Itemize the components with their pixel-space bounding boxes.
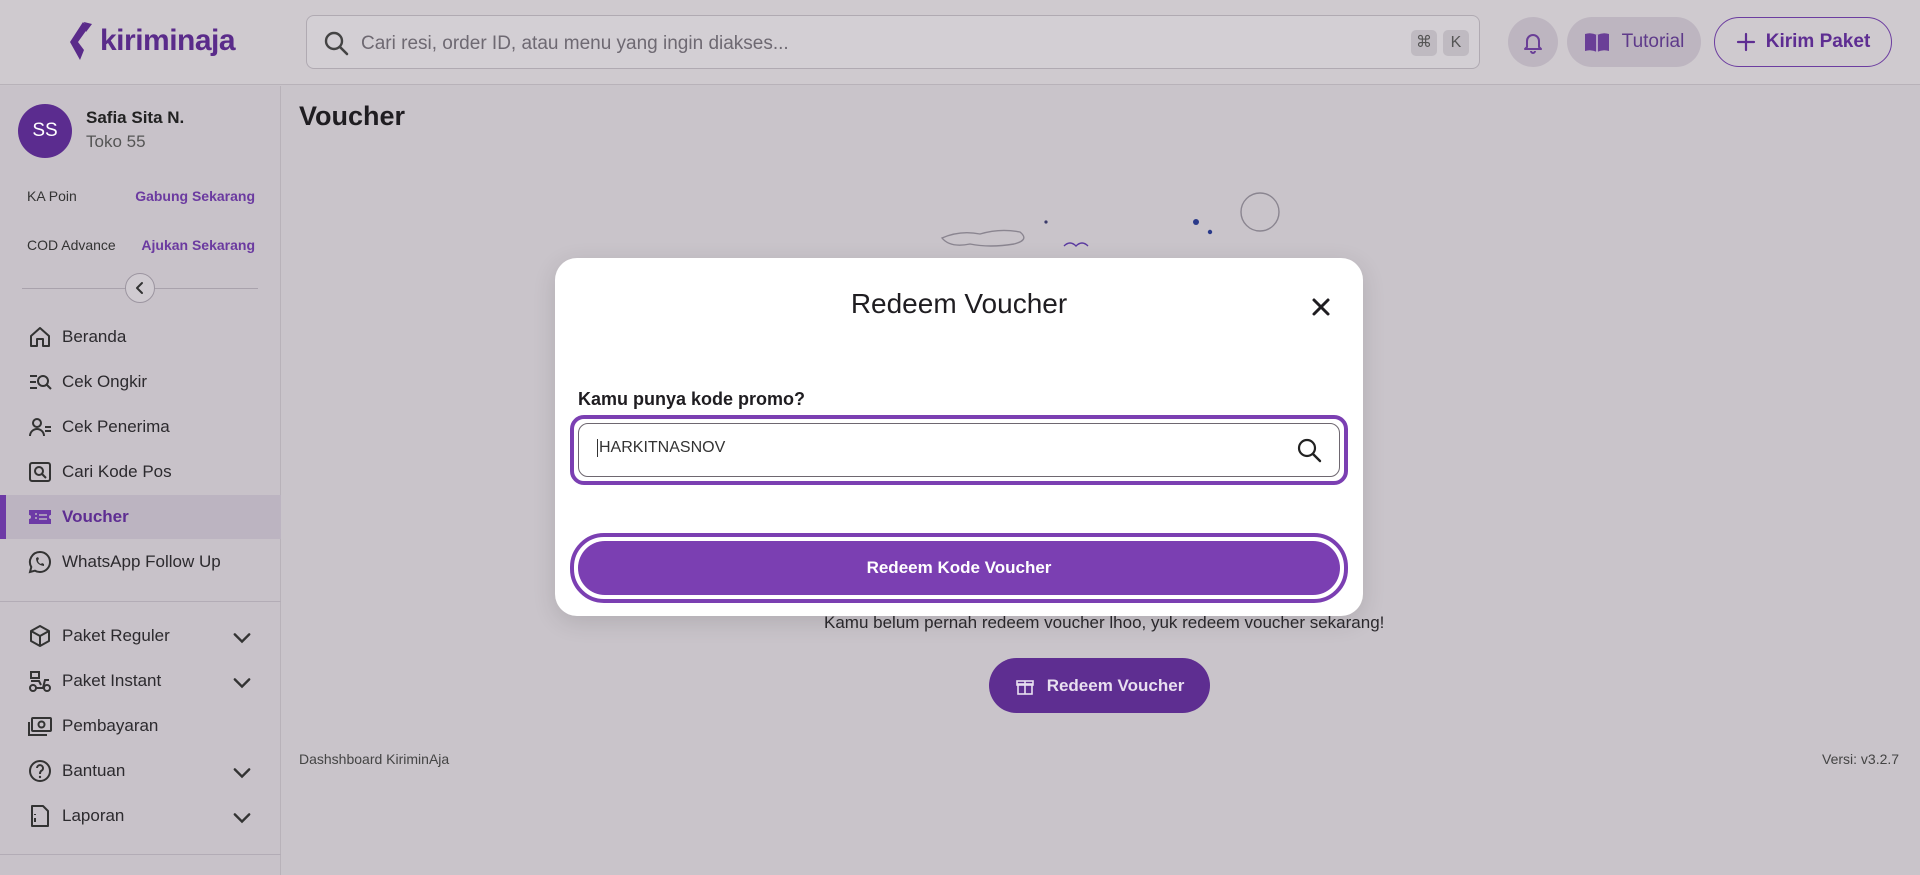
scooter-icon [29, 671, 51, 692]
cod-advance-row: COD Advance Ajukan Sekarang [27, 237, 255, 253]
sidebar-item-whatsapp-follow-up[interactable]: WhatsApp Follow Up [0, 540, 281, 584]
user-name: Safia Sita N. [86, 108, 185, 127]
sidebar-group-pembayaran[interactable]: Pembayaran [0, 704, 281, 748]
report-icon [31, 805, 49, 827]
sidebar-group-label: Pembayaran [62, 716, 159, 735]
chevron-down-icon [233, 678, 251, 689]
sidebar-group-label: Bantuan [62, 761, 126, 780]
footer-brand: Dashshboard KiriminAja [299, 751, 450, 767]
sidebar-item-cari-kode-pos[interactable]: Cari Kode Pos [0, 450, 281, 494]
notification-button[interactable] [1508, 17, 1558, 67]
tutorial-label: Tutorial [1621, 31, 1685, 52]
chevron-down-icon [233, 813, 251, 824]
shortcut-key-cmd: ⌘ [1411, 30, 1437, 56]
sidebar-collapse-button[interactable] [125, 273, 155, 303]
footer-version: Versi: v3.2.7 [1822, 751, 1900, 767]
money-icon [28, 717, 52, 736]
plus-icon [1736, 32, 1755, 52]
redeem-voucher-modal: Redeem Voucher Kamu punya kode promo? HA… [555, 258, 1363, 616]
sidebar-group-bantuan[interactable]: Bantuan [0, 749, 281, 793]
sidebar-group-label: Laporan [62, 806, 125, 825]
sidebar-item-voucher[interactable]: Voucher [0, 495, 281, 539]
sidebar-item-label: Voucher [62, 507, 129, 526]
sidebar-item-label: WhatsApp Follow Up [62, 552, 221, 571]
sidebar-item-beranda[interactable]: Beranda [0, 315, 281, 359]
sidebar-item-cek-penerima[interactable]: Cek Penerima [0, 405, 281, 449]
user-store: Toko 55 [86, 132, 146, 151]
close-icon[interactable] [1308, 294, 1334, 320]
search-icon[interactable] [1296, 437, 1322, 463]
sidebar: SS Safia Sita N. Toko 55 KA Poin Gabung … [0, 86, 281, 875]
book-icon [1584, 33, 1609, 52]
sidebar-group-label: Paket Reguler [62, 626, 170, 645]
shortcut-key-k: K [1443, 30, 1469, 56]
bell-icon [1524, 34, 1542, 54]
logo-mark-icon [70, 22, 92, 60]
sidebar-group-paket-reguler[interactable]: Paket Reguler [0, 614, 281, 658]
chevron-left-icon [136, 282, 143, 294]
sidebar-item-label: Cek Ongkir [62, 372, 148, 391]
search-icon [324, 31, 349, 56]
ka-poin-join-link[interactable]: Gabung Sekarang [135, 188, 255, 204]
sidebar-separator [0, 854, 281, 855]
redeem-code-button[interactable]: Redeem Kode Voucher [578, 541, 1340, 595]
avatar[interactable]: SS [18, 104, 72, 158]
modal-title: Redeem Voucher [850, 288, 1068, 319]
sidebar-item-cek-ongkir[interactable]: Cek Ongkir [0, 360, 281, 404]
chevron-down-icon [233, 768, 251, 779]
home-icon [30, 327, 50, 347]
whatsapp-icon [28, 550, 51, 574]
promo-code-label: Kamu punya kode promo? [578, 389, 806, 409]
sidebar-item-label: Cari Kode Pos [62, 462, 172, 481]
sidebar-group-paket-instant[interactable]: Paket Instant [0, 659, 281, 703]
gift-icon [1015, 679, 1034, 695]
user-check-icon [29, 418, 51, 437]
cod-advance-apply-link[interactable]: Ajukan Sekarang [141, 237, 255, 253]
voucher-icon [29, 510, 51, 524]
postcode-search-icon [29, 462, 51, 482]
ka-poin-label: KA Poin [27, 188, 77, 204]
send-package-label: Kirim Paket [1765, 31, 1871, 52]
empty-state-illustration [940, 192, 1280, 247]
list-search-icon [30, 375, 52, 390]
redeem-voucher-button[interactable]: Redeem Voucher [989, 658, 1210, 713]
ka-poin-row: KA Poin Gabung Sekarang [27, 188, 255, 204]
help-icon [29, 760, 51, 782]
page-title: Voucher [299, 101, 406, 131]
chevron-down-icon [233, 633, 251, 644]
brand-logo[interactable]: kiriminaja [66, 20, 236, 62]
sidebar-group-label: Paket Instant [62, 671, 162, 690]
sidebar-separator [0, 601, 281, 602]
sidebar-group-laporan[interactable]: Laporan [0, 794, 281, 838]
box-icon [30, 625, 50, 647]
top-bar: kiriminaja Cari resi, order ID, atau men… [0, 0, 1920, 85]
redeem-voucher-label: Redeem Voucher [1046, 675, 1185, 695]
promo-code-value[interactable]: HARKITNASNOV [597, 439, 725, 457]
brand-name: kiriminaja [100, 24, 236, 57]
cod-advance-label: COD Advance [27, 237, 116, 253]
search-placeholder: Cari resi, order ID, atau menu yang ingi… [361, 33, 789, 54]
global-search[interactable]: Cari resi, order ID, atau menu yang ingi… [306, 15, 1480, 69]
sidebar-item-label: Beranda [62, 327, 127, 346]
sidebar-item-label: Cek Penerima [62, 417, 170, 436]
empty-state-message: Kamu belum pernah redeem voucher lhoo, y… [824, 613, 1385, 632]
tutorial-button[interactable]: Tutorial [1567, 17, 1701, 67]
send-package-button[interactable]: Kirim Paket [1714, 17, 1892, 67]
